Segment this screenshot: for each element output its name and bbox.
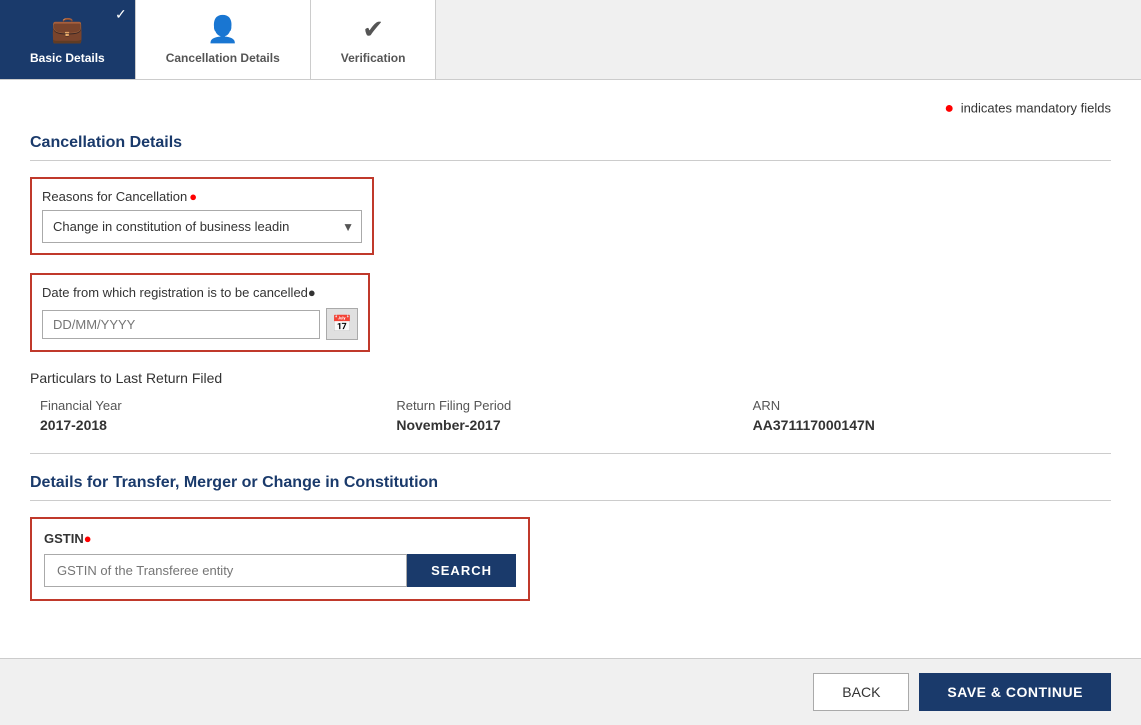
date-input-row: 📅 [42, 308, 358, 340]
financial-year-header: Financial Year [40, 398, 388, 413]
cancellation-details-title: Cancellation Details [30, 134, 1111, 161]
reasons-group: Reasons for Cancellation● Change in cons… [30, 177, 1111, 255]
date-group: Date from which registration is to be ca… [30, 273, 1111, 352]
step-verification[interactable]: ✔ Verification [311, 0, 437, 79]
financial-year-value: 2017-2018 [40, 417, 388, 433]
particulars-grid: Financial Year 2017-2018 Return Filing P… [30, 398, 1111, 433]
step-basic-details[interactable]: ✓ 💼 Basic Details [0, 0, 136, 79]
mandatory-dot: ● [944, 100, 954, 117]
return-period-header: Return Filing Period [396, 398, 744, 413]
return-period-value: November-2017 [396, 417, 744, 433]
arn-value: AA371117000147N [753, 417, 1101, 433]
gstin-bordered-box: GSTIN● SEARCH [30, 517, 530, 601]
arn-header: ARN [753, 398, 1101, 413]
gstin-required-dot: ● [84, 531, 92, 546]
section-divider [30, 453, 1111, 454]
gstin-input-row: SEARCH [44, 554, 516, 587]
gstin-input[interactable] [44, 554, 407, 587]
mandatory-note: ● indicates mandatory fields [30, 100, 1111, 118]
calendar-icon[interactable]: 📅 [326, 308, 358, 340]
back-button[interactable]: BACK [813, 673, 909, 711]
gstin-label: GSTIN● [44, 531, 516, 546]
cancellation-details-label: Cancellation Details [166, 51, 280, 65]
particulars-section: Particulars to Last Return Filed Financi… [30, 370, 1111, 433]
step-cancellation-details[interactable]: 👤 Cancellation Details [136, 0, 311, 79]
particulars-title: Particulars to Last Return Filed [30, 370, 1111, 386]
reasons-label: Reasons for Cancellation● [42, 189, 362, 204]
footer-bar: BACK SAVE & CONTINUE [0, 658, 1141, 725]
transfer-details-title: Details for Transfer, Merger or Change i… [30, 474, 1111, 501]
stepper: ✓ 💼 Basic Details 👤 Cancellation Details… [0, 0, 1141, 80]
basic-details-checkmark: ✓ [115, 6, 127, 23]
reasons-select-wrapper: Change in constitution of business leadi… [42, 210, 362, 243]
date-input[interactable] [42, 310, 320, 339]
particulars-col3: ARN AA371117000147N [753, 398, 1101, 433]
particulars-col1: Financial Year 2017-2018 [40, 398, 388, 433]
basic-details-label: Basic Details [30, 51, 105, 65]
date-bordered-box: Date from which registration is to be ca… [30, 273, 370, 352]
verification-label: Verification [341, 51, 406, 65]
basic-details-icon: 💼 [51, 14, 83, 45]
particulars-col2: Return Filing Period November-2017 [396, 398, 744, 433]
save-continue-button[interactable]: SAVE & CONTINUE [919, 673, 1111, 711]
gstin-group: GSTIN● SEARCH [30, 517, 1111, 601]
reasons-bordered-box: Reasons for Cancellation● Change in cons… [30, 177, 374, 255]
reasons-select[interactable]: Change in constitution of business leadi… [42, 210, 362, 243]
date-label: Date from which registration is to be ca… [42, 285, 358, 300]
cancellation-details-icon: 👤 [207, 14, 239, 45]
verification-icon: ✔ [362, 14, 384, 45]
main-content: ● indicates mandatory fields Cancellatio… [0, 80, 1141, 699]
search-button[interactable]: SEARCH [407, 554, 516, 587]
date-required-dot: ● [308, 285, 316, 300]
reasons-required-dot: ● [189, 189, 197, 204]
